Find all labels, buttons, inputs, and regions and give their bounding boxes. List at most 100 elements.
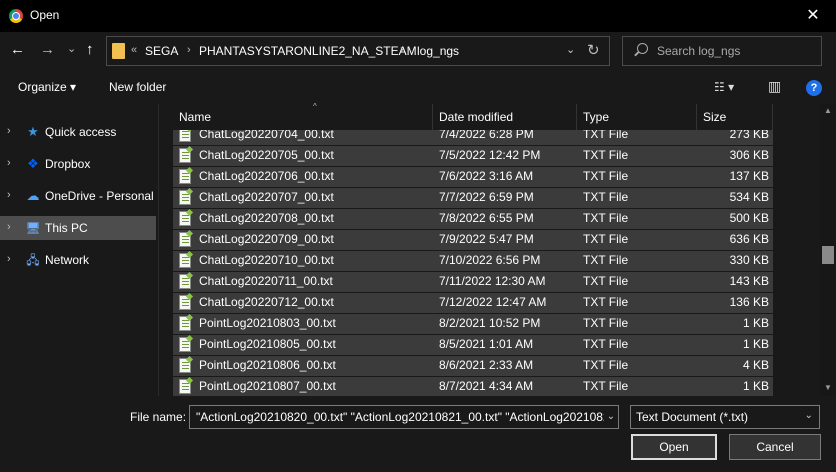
help-icon[interactable]: ?: [806, 80, 822, 96]
back-button[interactable]: ←: [10, 41, 25, 59]
text-file-icon: [179, 190, 191, 205]
file-size: 143 KB: [729, 274, 769, 288]
file-size: 1 KB: [742, 316, 769, 330]
file-list: ChatLog20220704_00.txt 7/4/2022 6:28 PM …: [173, 130, 773, 396]
file-size: 534 KB: [729, 190, 769, 204]
cloud-icon: ☁: [26, 188, 40, 203]
file-name-input[interactable]: "ActionLog20210820_00.txt" "ActionLog202…: [189, 405, 619, 429]
new-folder-button[interactable]: New folder: [109, 80, 166, 94]
file-date: 7/4/2022 6:28 PM: [439, 130, 534, 141]
chevron-down-icon[interactable]: ⌄: [604, 406, 618, 428]
scrollbar-thumb[interactable]: [822, 246, 834, 264]
scroll-up-icon[interactable]: ▲: [824, 106, 832, 115]
file-name: ChatLog20220711_00.txt: [199, 274, 333, 288]
chevron-right-icon[interactable]: ›: [7, 253, 11, 265]
preview-pane-icon[interactable]: ▥: [768, 78, 781, 95]
table-row[interactable]: PointLog20210803_00.txt 8/2/2021 10:52 P…: [173, 314, 773, 334]
organize-button[interactable]: Organize ▾: [18, 80, 76, 94]
breadcrumb-overflow[interactable]: «: [131, 44, 137, 56]
text-file-icon: [179, 148, 191, 163]
text-file-icon: [179, 211, 191, 226]
file-name: ChatLog20220709_00.txt: [199, 232, 334, 246]
search-input[interactable]: [657, 37, 817, 65]
search-icon: [637, 43, 648, 54]
file-name: ChatLog20220712_00.txt: [199, 295, 334, 309]
table-row[interactable]: PointLog20210807_00.txt 8/7/2021 4:34 AM…: [173, 377, 773, 396]
close-button[interactable]: ✕: [790, 0, 836, 32]
column-header-type[interactable]: Type: [577, 104, 697, 130]
table-row[interactable]: ChatLog20220710_00.txt 7/10/2022 6:56 PM…: [173, 251, 773, 271]
file-name-label: File name:: [130, 410, 187, 424]
chevron-right-icon[interactable]: ›: [7, 125, 11, 137]
scroll-down-icon[interactable]: ▼: [824, 383, 832, 392]
breadcrumb-separator[interactable]: ›: [400, 44, 404, 56]
cancel-button[interactable]: Cancel: [729, 434, 821, 460]
text-file-icon: [179, 274, 191, 289]
table-row[interactable]: ChatLog20220705_00.txt 7/5/2022 12:42 PM…: [173, 146, 773, 166]
file-date: 7/10/2022 6:56 PM: [439, 253, 541, 267]
table-row[interactable]: ChatLog20220708_00.txt 7/8/2022 6:55 PM …: [173, 209, 773, 229]
column-header-size[interactable]: Size: [697, 104, 773, 130]
file-size: 273 KB: [729, 130, 769, 141]
sidebar-item-label: This PC: [45, 221, 88, 235]
file-date: 7/12/2022 12:47 AM: [439, 295, 547, 309]
file-size: 636 KB: [729, 232, 769, 246]
text-file-icon: [179, 232, 191, 247]
file-type: TXT File: [583, 232, 629, 246]
file-name: ChatLog20220707_00.txt: [199, 190, 334, 204]
chevron-right-icon[interactable]: ›: [7, 157, 11, 169]
up-button[interactable]: ↑: [86, 41, 94, 59]
file-type: TXT File: [583, 148, 629, 162]
sidebar-item-quick-access[interactable]: › ★ Quick access: [0, 120, 156, 144]
forward-button[interactable]: →: [40, 41, 55, 59]
table-row[interactable]: PointLog20210805_00.txt 8/5/2021 1:01 AM…: [173, 335, 773, 355]
address-bar[interactable]: « SEGA › PHANTASYSTARONLINE2_NA_STEAM › …: [106, 36, 610, 66]
file-date: 7/6/2022 3:16 AM: [439, 169, 534, 183]
file-type: TXT File: [583, 337, 629, 351]
vertical-scrollbar[interactable]: ▲ ▼: [820, 104, 836, 396]
network-icon: 🖧: [26, 253, 40, 267]
file-name: PointLog20210806_00.txt: [199, 358, 336, 372]
sidebar-item-label: Dropbox: [45, 157, 91, 171]
file-size: 306 KB: [729, 148, 769, 162]
table-row[interactable]: PointLog20210806_00.txt 8/6/2021 2:33 AM…: [173, 356, 773, 376]
breadcrumb-item-log-ngs[interactable]: log_ngs: [417, 44, 459, 58]
breadcrumb-item-sega[interactable]: SEGA: [145, 44, 178, 58]
file-list-pane: Name ^ Date modified Type Size ChatLog20…: [158, 102, 821, 396]
table-row[interactable]: ChatLog20220706_00.txt 7/6/2022 3:16 AM …: [173, 167, 773, 187]
table-row[interactable]: ChatLog20220711_00.txt 7/11/2022 12:30 A…: [173, 272, 773, 292]
computer-icon: 🖥: [25, 221, 41, 235]
recent-locations-button[interactable]: ⌄: [67, 40, 76, 58]
table-row[interactable]: ChatLog20220707_00.txt 7/7/2022 6:59 PM …: [173, 188, 773, 208]
table-row[interactable]: ChatLog20220712_00.txt 7/12/2022 12:47 A…: [173, 293, 773, 313]
sidebar-item-this-pc[interactable]: › 🖥 This PC: [0, 216, 156, 240]
file-name: ChatLog20220708_00.txt: [199, 211, 334, 225]
file-name: PointLog20210807_00.txt: [199, 379, 336, 393]
view-options-icon[interactable]: ☷ ▾: [714, 80, 734, 94]
command-bar: Organize ▾ New folder ☷ ▾ ▥: [0, 70, 836, 104]
sidebar-item-onedrive[interactable]: › ☁ OneDrive - Personal: [0, 184, 156, 208]
open-button[interactable]: Open: [631, 434, 717, 460]
sidebar-item-network[interactable]: › 🖧 Network: [0, 248, 156, 272]
breadcrumb-separator[interactable]: ›: [187, 44, 191, 56]
file-date: 7/9/2022 5:47 PM: [439, 232, 534, 246]
chevron-right-icon[interactable]: ›: [7, 189, 11, 201]
column-header-date[interactable]: Date modified: [433, 104, 577, 130]
refresh-icon[interactable]: ↻: [587, 41, 600, 59]
text-file-icon: [179, 358, 191, 373]
address-dropdown-icon[interactable]: ⌄: [566, 43, 575, 56]
breadcrumb-item-pso2[interactable]: PHANTASYSTARONLINE2_NA_STEAM: [199, 44, 417, 58]
sidebar-item-dropbox[interactable]: › ❖ Dropbox: [0, 152, 156, 176]
table-row[interactable]: ChatLog20220704_00.txt 7/4/2022 6:28 PM …: [173, 130, 773, 145]
chrome-icon: [9, 9, 23, 23]
file-type-select[interactable]: Text Document (*.txt) ⌄: [630, 405, 820, 429]
file-size: 4 KB: [742, 358, 769, 372]
table-row[interactable]: ChatLog20220709_00.txt 7/9/2022 5:47 PM …: [173, 230, 773, 250]
search-box[interactable]: [622, 36, 822, 66]
column-header-name[interactable]: Name ^: [173, 102, 433, 130]
file-date: 8/2/2021 10:52 PM: [439, 316, 541, 330]
chevron-right-icon[interactable]: ›: [7, 221, 11, 233]
text-file-icon: [179, 379, 191, 394]
file-type: TXT File: [583, 253, 629, 267]
file-size: 500 KB: [729, 211, 769, 225]
